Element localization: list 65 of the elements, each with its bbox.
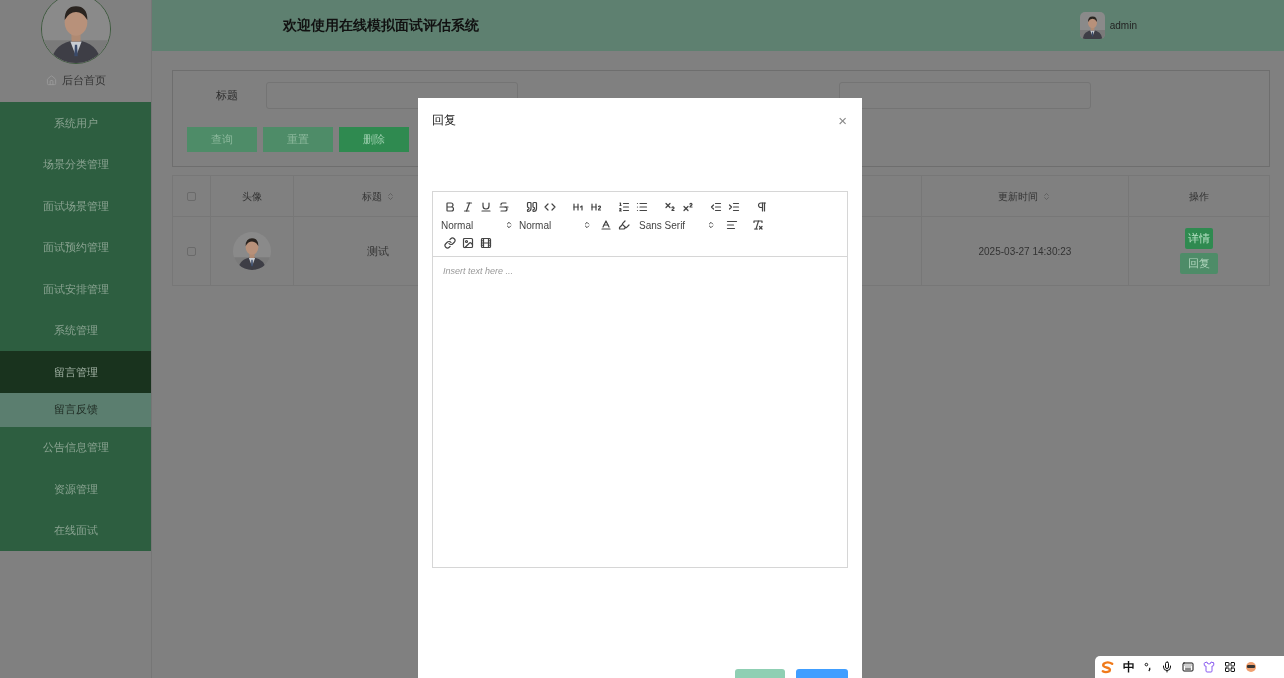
heading-two-icon[interactable]	[590, 201, 602, 213]
microphone-icon[interactable]	[1161, 661, 1173, 673]
video-icon[interactable]	[480, 237, 492, 249]
superscript-icon[interactable]	[682, 201, 694, 213]
mascot-icon[interactable]	[1245, 661, 1257, 673]
close-button[interactable]: ×	[838, 112, 847, 128]
sidebar-item[interactable]: 面试场景管理	[0, 185, 151, 227]
sidebar-item[interactable]: 面试安排管理	[0, 268, 151, 310]
caret-icon	[707, 221, 715, 229]
pilcrow-icon[interactable]	[756, 201, 768, 213]
reply-button[interactable]: 回复	[1180, 253, 1219, 274]
highlight-icon[interactable]	[618, 219, 630, 231]
sidebar-item[interactable]: 公告信息管理	[0, 426, 151, 468]
column-header: 操作	[1189, 189, 1210, 204]
format-picker[interactable]: Normal	[519, 217, 591, 233]
format-picker[interactable]: Sans Serif	[639, 217, 715, 233]
italic-icon[interactable]	[462, 201, 474, 213]
detail-button[interactable]: 详情	[1185, 228, 1214, 249]
bold-icon[interactable]	[444, 201, 456, 213]
sidebar-item[interactable]: 面试预约管理	[0, 226, 151, 268]
table-cell-text: 测试	[367, 243, 390, 259]
sidebar-item[interactable]: 资源管理	[0, 468, 151, 510]
delete-button[interactable]: 删除	[339, 127, 409, 152]
image-icon[interactable]	[462, 237, 474, 249]
bullet-list-icon[interactable]	[636, 201, 648, 213]
align-left-icon[interactable]	[726, 219, 738, 231]
indent-icon[interactable]	[728, 201, 740, 213]
sidebar-subitem[interactable]: 留言反馈	[0, 392, 151, 427]
column-header: 头像	[241, 189, 262, 204]
text-color-icon[interactable]	[600, 219, 612, 231]
dialog-title: 回复	[432, 112, 456, 129]
column-header[interactable]: 标题	[361, 188, 395, 204]
outdent-icon[interactable]	[710, 201, 722, 213]
sidebar-item[interactable]: 系统管理	[0, 309, 151, 351]
home-link[interactable]: 后台首页	[45, 72, 106, 89]
shirt-icon[interactable]	[1203, 661, 1215, 673]
punctuation-icon[interactable]	[1144, 662, 1152, 672]
strikethrough-icon[interactable]	[498, 201, 510, 213]
subscript-icon[interactable]	[664, 201, 676, 213]
editor-text-area[interactable]: Insert text here ...	[433, 257, 847, 567]
link-icon[interactable]	[444, 237, 456, 249]
heading-one-icon[interactable]	[572, 201, 584, 213]
rich-text-editor[interactable]: Normal Normal Sans Serif Insert text here ...	[432, 191, 848, 568]
code-icon[interactable]	[544, 201, 556, 213]
column-header[interactable]: 更新时间	[998, 188, 1052, 204]
underline-icon[interactable]	[480, 201, 492, 213]
search-field[interactable]	[839, 82, 1091, 109]
sidebar-item[interactable]: 在线面试	[0, 509, 151, 551]
s-logo-icon	[1101, 660, 1114, 674]
table-cell-text: 2025-03-27 14:30:23	[978, 244, 1072, 259]
input-mode-indicator[interactable]: 中	[1123, 661, 1135, 673]
sidebar-item[interactable]: 留言管理	[0, 351, 151, 393]
field-label: 标题	[214, 88, 239, 104]
ordered-list-icon[interactable]	[618, 201, 630, 213]
keyboard-icon[interactable]	[1182, 661, 1194, 673]
grid-icon[interactable]	[1224, 661, 1236, 673]
caret-icon	[583, 221, 591, 229]
sidebar-item[interactable]: 场景分类管理	[0, 143, 151, 185]
sidebar-item[interactable]: 系统用户	[0, 102, 151, 144]
quote-icon[interactable]	[526, 201, 538, 213]
clear-format-icon[interactable]	[752, 219, 764, 231]
caret-icon	[505, 221, 513, 229]
system-title: 欢迎使用在线模拟面试评估系统	[283, 16, 479, 35]
user-name: admin	[1109, 19, 1137, 33]
format-picker[interactable]: Normal	[441, 217, 513, 233]
